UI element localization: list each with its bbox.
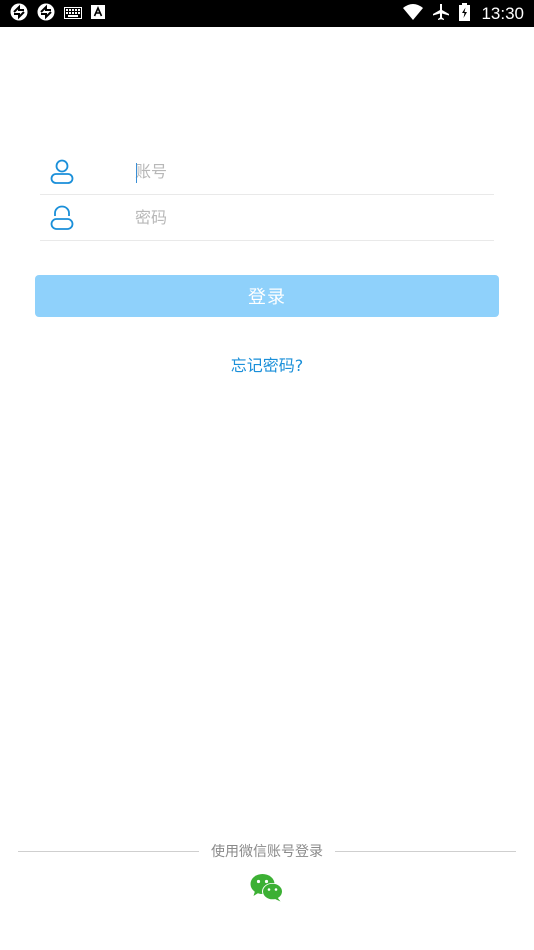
sync-icon-secondary	[37, 3, 55, 25]
forgot-password-link[interactable]: 忘记密码?	[0, 352, 534, 376]
account-row	[40, 149, 494, 195]
lock-icon	[50, 205, 74, 231]
wechat-login-label: 使用微信账号登录	[211, 844, 323, 860]
wechat-icon	[250, 874, 284, 906]
wifi-icon	[403, 3, 424, 24]
clock: 13:30	[481, 3, 524, 23]
sync-icon	[10, 3, 28, 25]
wechat-login-divider: 使用微信账号登录	[18, 840, 516, 862]
account-input[interactable]	[135, 149, 475, 194]
wechat-login-button[interactable]	[250, 873, 284, 903]
user-icon	[50, 159, 74, 185]
text-input-icon	[91, 4, 105, 23]
password-row	[40, 195, 494, 241]
battery-icon	[459, 2, 471, 25]
airplane-icon	[432, 3, 450, 25]
text-cursor	[136, 163, 137, 183]
divider-line-right	[335, 850, 516, 852]
divider-line-left	[18, 850, 199, 852]
login-button[interactable]: 登录	[35, 275, 499, 317]
login-screen: 13:30 登录 忘记密码? 使用微信账号登录	[0, 0, 534, 950]
password-input[interactable]	[135, 195, 475, 240]
status-bar: 13:30	[0, 0, 534, 27]
keyboard-icon	[64, 4, 82, 23]
